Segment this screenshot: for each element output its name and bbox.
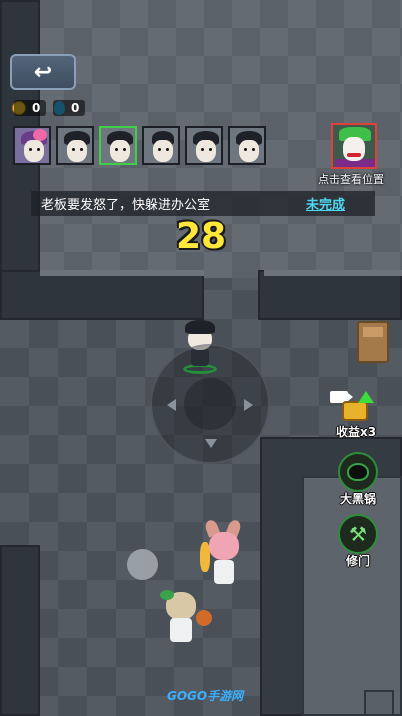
task-status-link[interactable]: 未完成 xyxy=(306,194,345,213)
cardboard-box-icon[interactable] xyxy=(357,321,389,363)
boss-locate-label[interactable]: 点击查看位置 xyxy=(318,171,384,187)
team-avatar-student-1[interactable] xyxy=(56,126,94,165)
repair-label: 修门 xyxy=(345,554,370,568)
crate-object xyxy=(364,690,394,716)
arrow-right-icon xyxy=(244,399,253,411)
task-text: 老板要发怒了，快躲进办公室 xyxy=(41,198,211,213)
watermark-logo: GOGO手游网 xyxy=(167,689,244,703)
water-counter: 0 xyxy=(53,100,86,116)
coin-stack-icon xyxy=(336,391,376,425)
back-icon: ↩ xyxy=(33,59,53,85)
big-black-pot-button[interactable]: 大黑锅 xyxy=(338,452,378,507)
team-avatar-student-2[interactable] xyxy=(99,126,137,165)
income-label: 收益x3 xyxy=(336,425,377,439)
npc-pig-girl xyxy=(200,518,248,598)
ghost-marker xyxy=(127,549,158,580)
income-x3-button[interactable]: 收益x3 xyxy=(336,391,376,440)
countdown-timer: 28 xyxy=(175,216,227,257)
coin-value: 0 xyxy=(14,100,47,116)
arrow-left-icon xyxy=(167,399,176,411)
joystick-knob[interactable] xyxy=(184,378,236,430)
pot-label: 大黑锅 xyxy=(339,492,376,506)
task-banner: 老板要发怒了，快躲进办公室 未完成 xyxy=(31,191,375,216)
virtual-joystick[interactable] xyxy=(150,344,270,464)
wall-bottom-left xyxy=(0,545,40,716)
boss-portrait-button[interactable] xyxy=(331,123,377,169)
team-avatars xyxy=(13,126,266,165)
wall-ledge-right xyxy=(264,270,402,276)
npc-zongzi-kid xyxy=(158,590,214,652)
water-value: 0 xyxy=(53,100,86,116)
wall-ledge-left xyxy=(40,270,204,276)
team-avatar-girl[interactable] xyxy=(13,126,51,165)
back-button[interactable]: ↩ xyxy=(10,54,76,90)
pot-icon xyxy=(347,463,369,481)
arrow-down-icon xyxy=(205,439,217,448)
team-avatar-student-3[interactable] xyxy=(142,126,180,165)
team-avatar-student-4[interactable] xyxy=(185,126,223,165)
team-avatar-student-5[interactable] xyxy=(228,126,266,165)
coin-counter: 0 xyxy=(12,100,47,116)
wall-right-lower xyxy=(258,270,402,320)
repair-door-button[interactable]: ⚒ 修门 xyxy=(338,514,378,569)
wrench-icon: ⚒ xyxy=(349,522,367,546)
wall-right-inner xyxy=(302,476,402,716)
wall-left-lower xyxy=(0,270,204,320)
